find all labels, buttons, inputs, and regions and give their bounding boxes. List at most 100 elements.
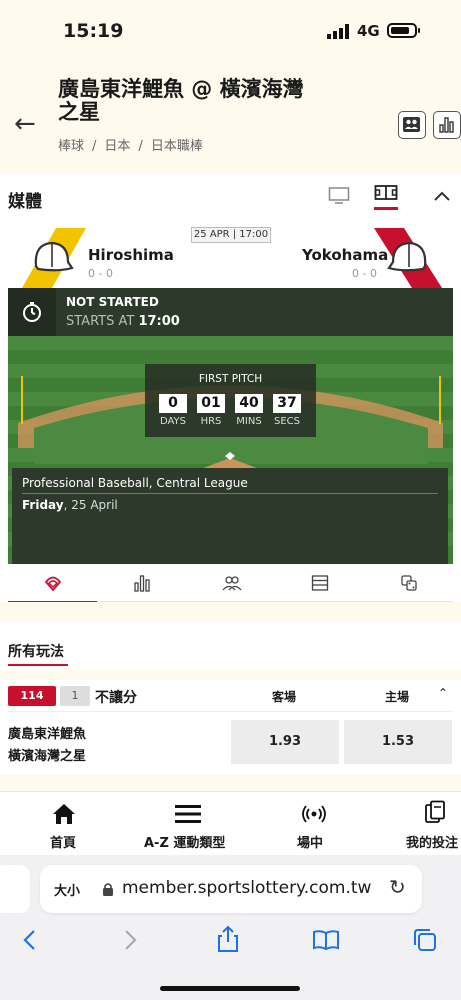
market-team-1: 廣島東洋鯉魚 — [8, 727, 87, 742]
match-status: NOT STARTED STARTS AT 17:00 — [8, 288, 453, 336]
minutes-label: MINS — [236, 416, 262, 427]
address-bar[interactable]: 大小 member.sportslottery.com.tw ↻ — [40, 865, 422, 913]
away-team-score: 0 - 0 — [352, 267, 377, 280]
home-column-header: 主場 — [385, 690, 410, 704]
media-bar: 媒體 — [0, 174, 461, 222]
match-date-text: , 25 April — [63, 498, 118, 512]
clock: 15:19 — [63, 20, 124, 42]
home-team-score: 0 - 0 — [88, 267, 113, 280]
tab-baseball[interactable] — [8, 566, 97, 603]
spacer — [0, 602, 461, 622]
countdown-panel: FIRST PITCH 0 01 40 37 DAYS HRS MINS SEC… — [145, 364, 316, 437]
previous-tab-preview[interactable] — [0, 865, 30, 913]
countdown-seconds: 37 — [273, 394, 301, 413]
bottom-navigation: 首頁 A-Z 運動類型 場中 我的投注 — [0, 791, 461, 855]
section-title[interactable]: 所有玩法 — [8, 641, 64, 661]
battery-icon — [387, 23, 420, 38]
field-view-button[interactable] — [374, 184, 398, 214]
network-type: 4G — [357, 22, 380, 40]
tab-odds[interactable] — [364, 566, 453, 602]
standings-icon — [311, 575, 329, 591]
status-icon-box — [8, 288, 56, 336]
signal-icon — [327, 24, 349, 39]
menu-icon — [175, 805, 201, 823]
nav-my-bets[interactable]: 我的投注 — [403, 792, 461, 856]
nav-home[interactable]: 首頁 — [40, 792, 88, 856]
back-arrow-icon[interactable]: ← — [14, 109, 36, 139]
active-indicator — [374, 207, 398, 210]
match-datetime: 25 APR | 17:00 — [191, 227, 271, 243]
match-header: ← 廣島東洋鯉魚 @ 橫濱海灣之星 棒球 / 日本 / 日本職棒 — [0, 62, 461, 174]
days-label: DAYS — [159, 416, 187, 427]
baseball-icon — [44, 576, 62, 592]
countdown-hours: 01 — [197, 394, 225, 413]
back-icon[interactable] — [22, 929, 38, 951]
countdown-days: 0 — [159, 394, 187, 413]
share-icon[interactable] — [217, 925, 239, 953]
home-indicator — [160, 986, 300, 991]
nav-live[interactable]: 場中 — [290, 792, 338, 856]
browser-chrome: 大小 member.sportslottery.com.tw ↻ — [0, 855, 461, 1000]
status-text: NOT STARTED — [66, 295, 159, 309]
page-title: 廣島東洋鯉魚 @ 橫濱海灣之星 — [58, 77, 304, 124]
tabs-icon[interactable] — [412, 927, 438, 953]
market-count-badge: 114 — [8, 686, 56, 706]
breadcrumb-country[interactable]: 日本 — [104, 139, 130, 154]
spacer — [0, 775, 461, 791]
collapse-caret-icon[interactable]: ⌃ — [438, 686, 448, 700]
divider — [8, 711, 453, 712]
bookmarks-icon[interactable] — [312, 929, 340, 951]
people-icon — [403, 117, 420, 132]
start-time-text: STARTS AT 17:00 — [66, 314, 180, 329]
away-team-name: Yokohama — [302, 246, 389, 264]
tv-icon[interactable] — [328, 186, 350, 206]
live-icon — [302, 805, 326, 823]
away-column-header: 客場 — [272, 690, 297, 704]
tab-stats[interactable] — [97, 566, 186, 602]
stats-button[interactable] — [433, 111, 461, 139]
lock-icon — [103, 883, 113, 896]
home-icon — [53, 804, 75, 824]
away-cap-icon — [387, 241, 427, 272]
match-tabs — [8, 566, 453, 603]
tab-standings[interactable] — [275, 566, 364, 602]
stats-icon — [134, 575, 150, 592]
nav-live-label: 場中 — [297, 836, 324, 851]
nav-sports[interactable]: A-Z 運動類型 — [138, 792, 238, 856]
text-size-button[interactable]: 大小 — [54, 880, 80, 899]
section-underline — [8, 664, 68, 666]
odd-away-button[interactable]: 1.93 — [231, 720, 339, 764]
scoreboard: 25 APR | 17:00 Hiroshima 0 - 0 Yokohama … — [0, 222, 461, 288]
match-date: Friday, 25 April — [22, 498, 118, 512]
market-name: 不讓分 — [95, 690, 137, 706]
nav-home-label: 首頁 — [50, 836, 77, 851]
odd-home-button[interactable]: 1.53 — [344, 720, 452, 764]
breadcrumb-league[interactable]: 日本職棒 — [151, 139, 203, 154]
chevron-up-icon[interactable] — [433, 190, 451, 202]
breadcrumb-sport[interactable]: 棒球 — [58, 139, 84, 154]
league-info: Professional Baseball, Central League Fr… — [12, 468, 448, 564]
match-weekday: Friday — [22, 498, 64, 512]
lineup-button[interactable] — [398, 111, 426, 139]
spacer — [0, 670, 461, 680]
tab-lineups[interactable] — [186, 566, 275, 602]
stopwatch-icon — [23, 302, 41, 322]
divider — [22, 493, 438, 494]
countdown-minutes: 40 — [235, 394, 263, 413]
bar-chart-icon — [439, 117, 454, 133]
media-label: 媒體 — [8, 192, 42, 212]
nav-sports-label: A-Z 運動類型 — [144, 836, 226, 851]
odds-icon — [401, 575, 417, 591]
status-bar: 15:19 4G — [0, 0, 461, 62]
league-name: Professional Baseball, Central League — [22, 476, 248, 490]
reload-icon[interactable]: ↻ — [389, 875, 406, 899]
breadcrumb: 棒球 / 日本 / 日本職棒 — [58, 139, 203, 154]
all-markets-header: 所有玩法 — [0, 622, 461, 670]
sub-count-badge: 1 — [60, 686, 90, 706]
lineups-icon — [222, 576, 242, 591]
home-cap-icon — [34, 241, 74, 272]
forward-icon[interactable] — [122, 929, 138, 951]
home-team-name: Hiroshima — [88, 246, 174, 264]
countdown-title: FIRST PITCH — [198, 373, 263, 385]
market-team-2: 橫濱海灣之星 — [8, 749, 87, 764]
